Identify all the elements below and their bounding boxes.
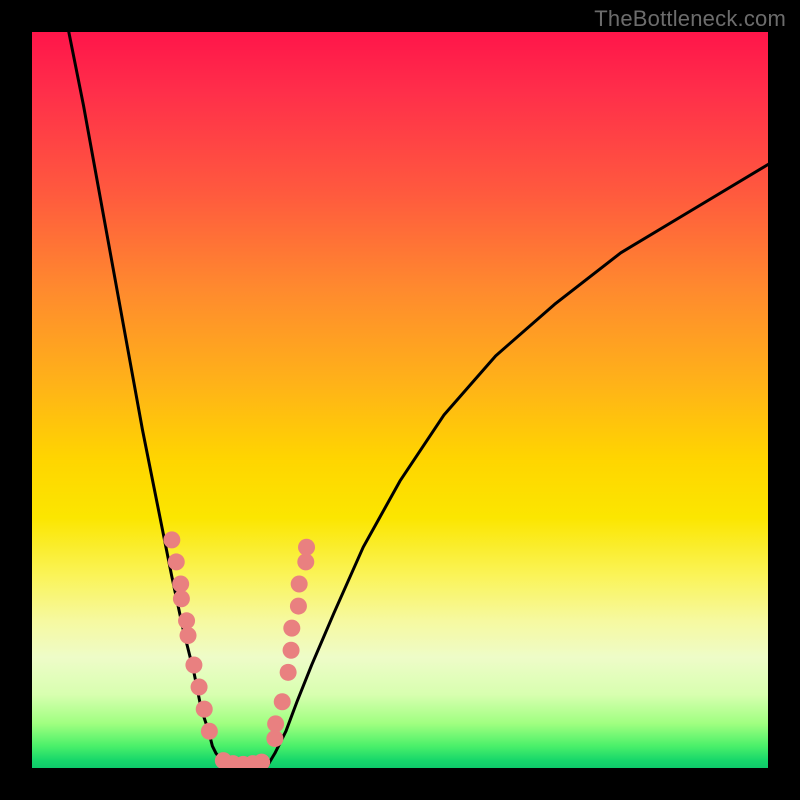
marker-dot [196, 701, 213, 718]
curve-layer [32, 32, 768, 768]
marker-dot [191, 679, 208, 696]
marker-dot [180, 627, 197, 644]
chart-frame: TheBottleneck.com [0, 0, 800, 800]
marker-dot [172, 576, 189, 593]
marker-dot [201, 723, 218, 740]
marker-dot [290, 598, 307, 615]
plot-area [32, 32, 768, 768]
marker-dot [298, 539, 315, 556]
v-curve [69, 32, 768, 768]
marker-dot [274, 693, 291, 710]
marker-dot [266, 730, 283, 747]
watermark-text: TheBottleneck.com [594, 6, 786, 32]
marker-dots [163, 531, 315, 768]
marker-dot [173, 590, 190, 607]
marker-dot [185, 656, 202, 673]
marker-dot [178, 612, 195, 629]
curve-paths [69, 32, 768, 768]
marker-dot [297, 553, 314, 570]
marker-dot [283, 620, 300, 637]
marker-dot [280, 664, 297, 681]
marker-dot [291, 576, 308, 593]
marker-dot [163, 531, 180, 548]
marker-dot [168, 553, 185, 570]
marker-dot [283, 642, 300, 659]
marker-dot [267, 715, 284, 732]
